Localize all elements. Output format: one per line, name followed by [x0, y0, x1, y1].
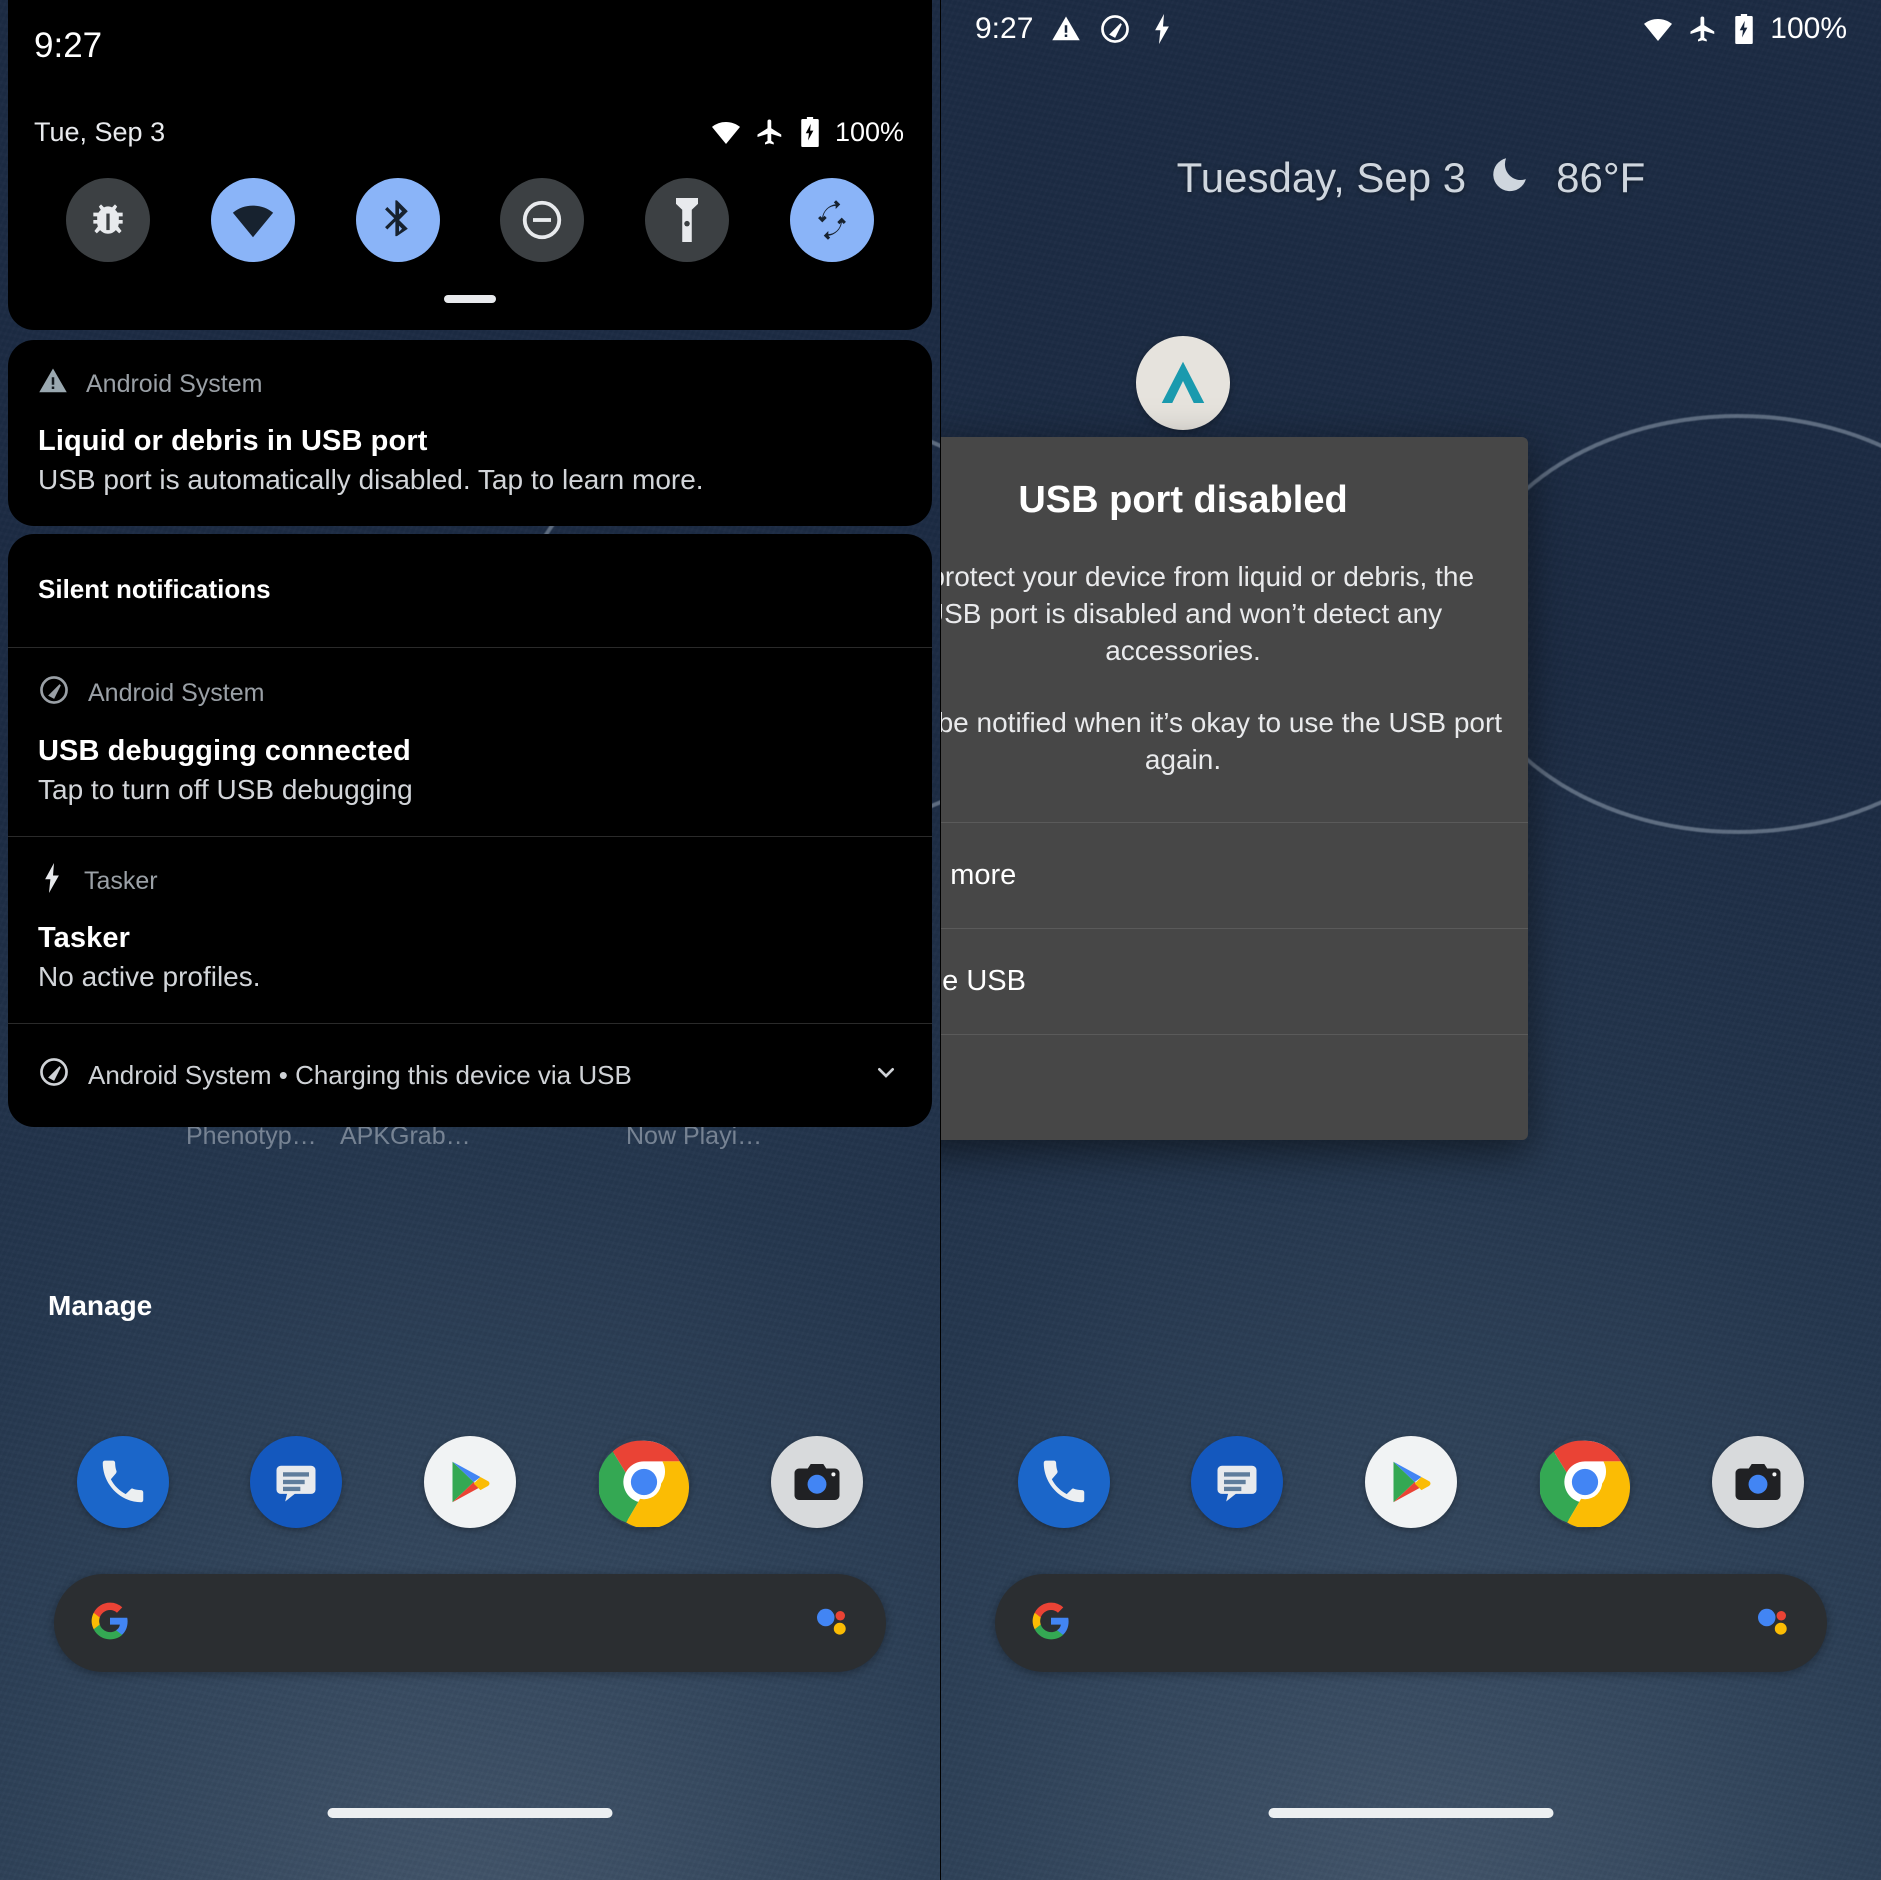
notification-tasker[interactable]: Tasker Tasker No active profiles. [8, 837, 932, 1023]
right-phone-screen: 9:27 100% Tuesday, Sep 3 86°F USB port d… [941, 0, 1881, 1880]
learn-more-button[interactable]: Learn more [941, 823, 1528, 928]
quick-settings-status-icons: 100% [710, 116, 904, 148]
quick-settings-battery-percent: 100% [834, 116, 904, 147]
phone-icon[interactable] [76, 1436, 169, 1528]
home-indicator[interactable] [327, 1808, 613, 1818]
android-system-icon [38, 1056, 70, 1095]
quick-settings-time: 9:27 [34, 26, 103, 65]
quick-settings-date: Tue, Sep 3 [34, 116, 166, 147]
notification-usb-liquid[interactable]: Android System Liquid or debris in USB p… [8, 340, 932, 526]
notification-title: Tasker [38, 922, 130, 954]
left-phone-screen: Phenotyp… APKGrab… Now Playi… 9:27 Tue, … [0, 0, 940, 1880]
bluetooth-tile[interactable] [355, 178, 440, 262]
google-g-icon [88, 1599, 132, 1648]
enable-usb-button[interactable]: Enable USB [941, 929, 1528, 1034]
notification-body: No active profiles. [38, 961, 261, 992]
silent-notifications-header: Silent notifications [38, 574, 271, 604]
auto-rotate-tile[interactable] [789, 178, 874, 262]
google-assistant-icon[interactable] [810, 1600, 852, 1647]
dialog-paragraph: To protect your device from liquid or de… [941, 561, 1475, 667]
quick-settings-tiles [8, 178, 932, 262]
airplane-mode-icon [755, 117, 785, 147]
wifi-icon [710, 116, 742, 148]
notification-usb-debugging[interactable]: Android System USB debugging connected T… [8, 648, 932, 836]
warning-triangle-icon [38, 366, 68, 403]
chrome-icon[interactable] [598, 1436, 690, 1528]
do-not-disturb-tile[interactable] [500, 178, 585, 262]
dialog-paragraph: You’ll be notified when it’s okay to use… [941, 706, 1503, 775]
chevron-down-icon[interactable] [870, 1056, 902, 1095]
notification-app-row: Tasker [38, 863, 902, 900]
bug-report-tile[interactable] [66, 178, 151, 262]
notification-charging-usb[interactable]: Android System • Charging this device vi… [8, 1024, 932, 1127]
notification-body: USB port is automatically disabled. Tap … [38, 464, 704, 495]
notification-app-name: Tasker [84, 867, 158, 895]
dock-left [0, 1436, 940, 1528]
flashlight-tile[interactable] [644, 178, 729, 262]
lightning-bolt-icon [38, 863, 66, 900]
notification-title: USB debugging connected [38, 735, 411, 767]
manage-row: Manage [0, 1290, 940, 1322]
notification-app-name: Android System [88, 679, 265, 707]
notification-title: Liquid or debris in USB port [38, 425, 428, 457]
messages-icon[interactable] [250, 1436, 343, 1528]
quick-settings-header: Tue, Sep 3 100% [34, 116, 904, 148]
usb-port-disabled-dialog: USB port disabled To protect your device… [941, 437, 1528, 1141]
silent-notifications-group: Silent notifications Android System USB … [8, 534, 932, 1127]
shade-drag-handle[interactable] [444, 295, 496, 303]
quick-settings-shade: 9:27 Tue, Sep 3 100% [8, 0, 932, 330]
notification-collapsed-text: Android System • Charging this device vi… [88, 1060, 632, 1090]
notification-list: Android System Liquid or debris in USB p… [8, 340, 932, 1135]
battery-charging-icon [798, 117, 822, 147]
dialog-title: USB port disabled [1018, 479, 1348, 521]
notification-app-row: Android System [38, 366, 902, 403]
dialog-message: To protect your device from liquid or de… [941, 558, 1528, 822]
got-it-button[interactable]: Got it [941, 1035, 1528, 1140]
wifi-tile[interactable] [210, 178, 295, 262]
android-system-icon [38, 674, 70, 713]
notification-body: Tap to turn off USB debugging [38, 774, 413, 805]
notification-app-name: Android System [86, 370, 263, 398]
notification-app-row: Android System [38, 674, 902, 713]
camera-icon[interactable] [771, 1436, 864, 1528]
google-search-bar-left[interactable] [54, 1574, 886, 1672]
manage-button[interactable]: Manage [48, 1290, 152, 1322]
play-store-icon[interactable] [423, 1436, 516, 1528]
